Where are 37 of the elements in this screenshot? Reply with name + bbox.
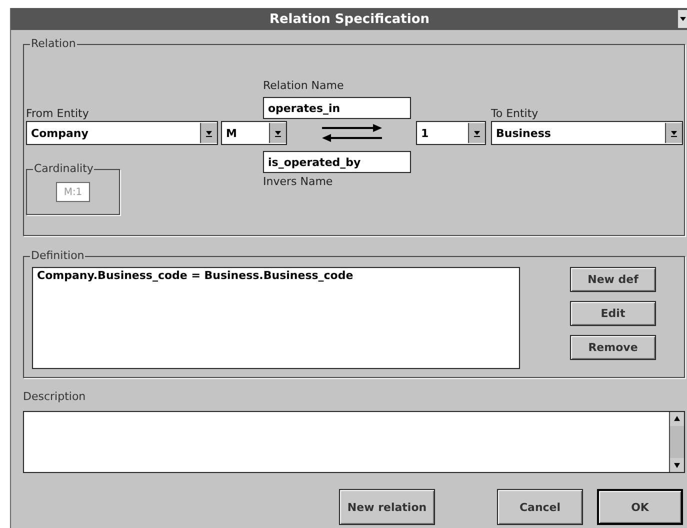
dropdown-button[interactable] <box>665 123 682 143</box>
dialog-button[interactable]: New relation <box>339 489 435 525</box>
field-label: Invers Name <box>263 175 334 190</box>
definition-list[interactable]: Company.Business_code = Business.Business_code <box>32 267 520 369</box>
field-label: Relation Name <box>263 79 345 94</box>
definition-button[interactable]: New def <box>570 267 656 292</box>
group-label: Cardinality <box>33 162 94 175</box>
field-label: Description <box>23 390 87 403</box>
dropdown-button[interactable] <box>468 123 485 143</box>
field-label: To Entity <box>491 107 540 121</box>
menu-icon[interactable] <box>678 10 687 28</box>
relation-name-field[interactable]: operates_in <box>263 97 411 119</box>
group-label: Definition <box>30 249 86 262</box>
to-entity-dropdown[interactable]: Business <box>491 121 683 145</box>
dialog-button[interactable]: Cancel <box>497 489 583 525</box>
cardinality-dropdown[interactable]: M <box>221 121 287 145</box>
dialog-button[interactable]: OK <box>597 489 683 525</box>
caret-icon <box>274 128 282 138</box>
caret-icon <box>670 128 678 138</box>
caret-icon <box>205 128 213 138</box>
scroll-down-icon[interactable] <box>670 458 684 472</box>
dropdown-button[interactable] <box>269 123 286 143</box>
field-label: From Entity <box>26 107 90 121</box>
from-entity-dropdown[interactable]: Company <box>26 121 218 145</box>
description-field[interactable] <box>23 411 685 473</box>
definition-button[interactable]: Edit <box>570 301 656 326</box>
caret-icon <box>473 128 481 138</box>
list-item[interactable]: Company.Business_code = Business.Business_code <box>37 269 515 282</box>
inverse-name-field[interactable]: is_operated_by <box>263 151 411 173</box>
window-title: Relation Specification <box>269 12 430 26</box>
scrollbar[interactable] <box>669 412 684 472</box>
definition-button[interactable]: Remove <box>570 335 656 360</box>
cardinality-dropdown[interactable]: 1 <box>416 121 486 145</box>
double-arrow-icon <box>322 122 382 144</box>
group-label: Relation <box>30 37 77 50</box>
scroll-up-icon[interactable] <box>670 412 684 426</box>
dropdown-button[interactable] <box>200 123 217 143</box>
